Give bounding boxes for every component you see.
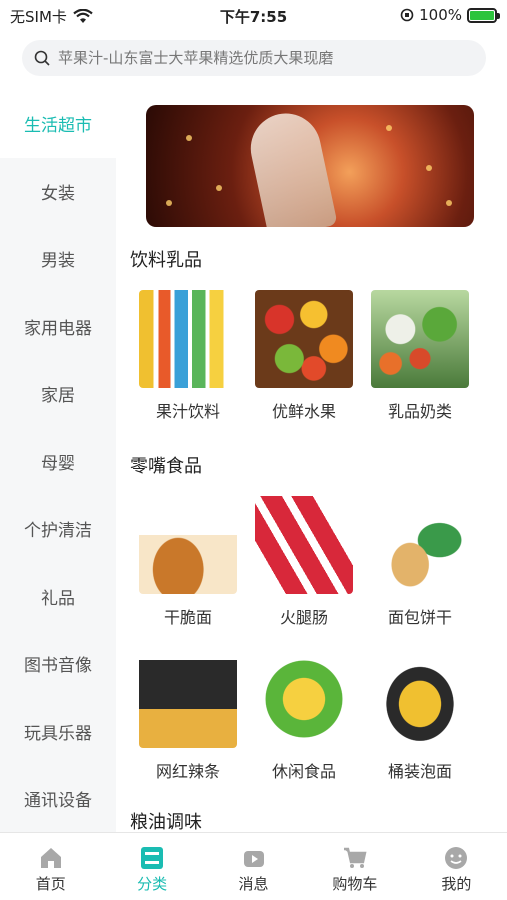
search-bar[interactable] (22, 40, 486, 76)
category-item-fruit[interactable]: 优鲜水果 (246, 290, 362, 422)
battery-icon (467, 7, 500, 23)
cup-noodles-thumbnail (371, 650, 469, 748)
orientation-lock-icon (400, 8, 414, 22)
category-item-cup-noodles[interactable]: 桶装泡面 (362, 650, 478, 782)
tab-label: 首页 (35, 875, 66, 893)
spicy-strips-thumbnail (139, 650, 237, 748)
category-sidebar: 生活超市 女装 男装 家用电器 家居 母婴 个护清洁 礼品 图书音像 玩具乐器 … (0, 90, 116, 832)
bottom-tab-bar: 首页 分类 消息 购物车 我的 (0, 832, 507, 900)
category-icon (141, 847, 164, 869)
sidebar-item-appliances[interactable]: 家用电器 (0, 293, 116, 361)
category-label: 优鲜水果 (271, 402, 336, 421)
category-label: 果汁饮料 (155, 402, 220, 421)
category-label: 休闲食品 (271, 762, 336, 781)
sidebar-item-gifts[interactable]: 礼品 (0, 563, 116, 631)
category-label: 干脆面 (163, 608, 212, 627)
battery-percent: 100% (419, 6, 462, 24)
tab-label: 我的 (441, 875, 472, 893)
category-content: 饮料乳品 果汁饮料 优鲜水果 乳品奶类 零嘴食品 干脆面 火腿肠 面包饼干 网红… (116, 90, 507, 832)
category-item-juice[interactable]: 果汁饮料 (130, 290, 246, 422)
tab-category[interactable]: 分类 (101, 833, 202, 900)
section-title-drinks: 饮料乳品 (130, 250, 202, 271)
section-title-snacks: 零嘴食品 (130, 456, 202, 477)
ham-sausage-thumbnail (255, 496, 353, 594)
tab-messages[interactable]: 消息 (203, 833, 304, 900)
category-item-bread-biscuits[interactable]: 面包饼干 (362, 496, 478, 628)
category-item-spicy-strips[interactable]: 网红辣条 (130, 650, 246, 782)
tab-profile[interactable]: 我的 (406, 833, 507, 900)
category-item-dairy[interactable]: 乳品奶类 (362, 290, 478, 422)
category-label: 网红辣条 (155, 762, 220, 781)
tab-home[interactable]: 首页 (0, 833, 101, 900)
sidebar-item-books-media[interactable]: 图书音像 (0, 630, 116, 698)
sidebar-item-communication[interactable]: 通讯设备 (0, 765, 116, 833)
sidebar-item-toys-instruments[interactable]: 玩具乐器 (0, 698, 116, 766)
leisure-snacks-thumbnail (255, 650, 353, 748)
fruit-thumbnail (255, 290, 353, 388)
sidebar-item-home[interactable]: 家居 (0, 360, 116, 428)
category-label: 桶装泡面 (387, 762, 452, 781)
sidebar-item-supermarket[interactable]: 生活超市 (0, 90, 116, 158)
category-label: 面包饼干 (387, 608, 452, 627)
category-label: 火腿肠 (279, 608, 328, 627)
profile-icon (445, 847, 468, 869)
sidebar-item-womens-clothing[interactable]: 女装 (0, 158, 116, 226)
search-input[interactable] (58, 49, 486, 67)
category-label: 乳品奶类 (387, 402, 452, 421)
dairy-thumbnail (371, 290, 469, 388)
search-icon (34, 50, 50, 66)
juice-thumbnail (139, 290, 237, 388)
home-icon (40, 848, 61, 868)
sidebar-item-mens-clothing[interactable]: 男装 (0, 225, 116, 293)
sidebar-item-baby[interactable]: 母婴 (0, 428, 116, 496)
tab-label: 分类 (137, 875, 168, 893)
category-item-ham-sausage[interactable]: 火腿肠 (246, 496, 362, 628)
section-title-grain-oil: 粮油调味 (130, 812, 202, 832)
category-item-leisure-snacks[interactable]: 休闲食品 (246, 650, 362, 782)
message-icon (243, 851, 264, 867)
tab-cart[interactable]: 购物车 (304, 833, 405, 900)
bread-biscuits-thumbnail (371, 496, 469, 594)
category-item-crispy-noodles[interactable]: 干脆面 (130, 496, 246, 628)
sidebar-item-personal-care[interactable]: 个护清洁 (0, 495, 116, 563)
tab-label: 购物车 (332, 875, 378, 893)
promo-banner[interactable] (146, 105, 474, 227)
status-bar: 无SIM卡 下午7:55 100% (0, 0, 507, 30)
crispy-noodles-thumbnail (139, 496, 237, 594)
tab-label: 消息 (238, 875, 269, 893)
cart-icon (343, 847, 367, 868)
